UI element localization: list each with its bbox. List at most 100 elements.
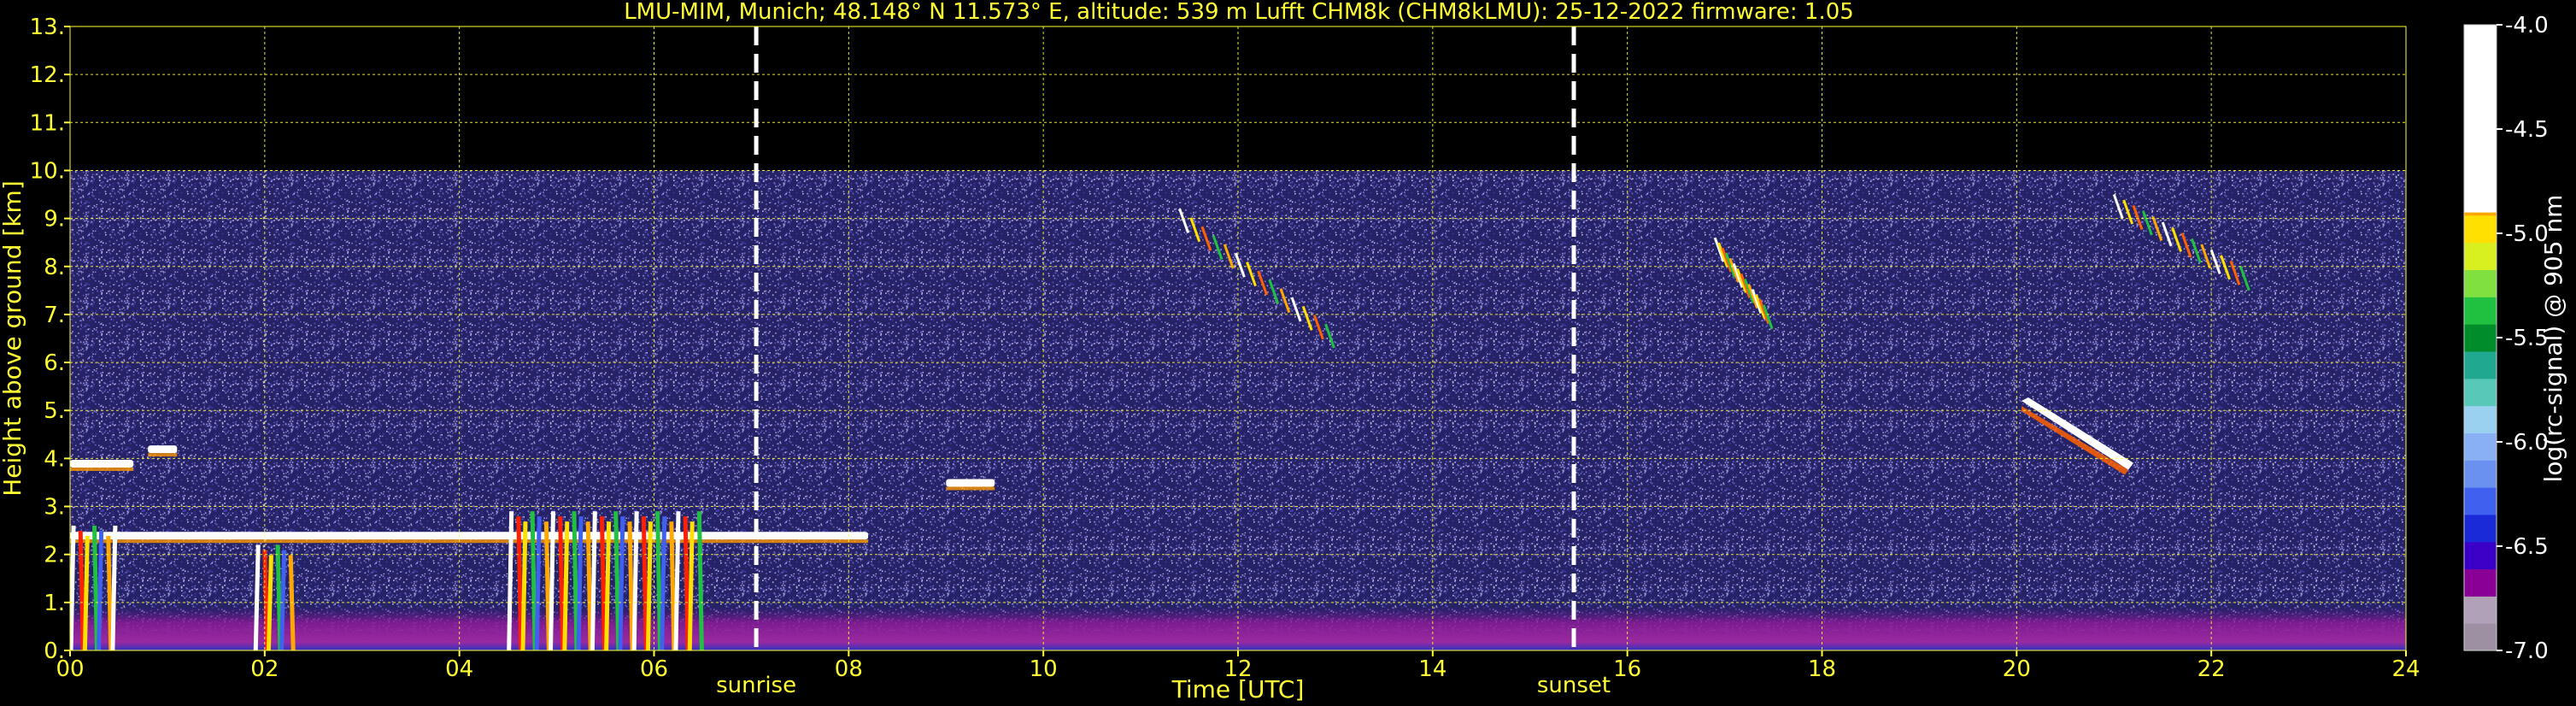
y-tick-label: 6. (44, 350, 65, 376)
y-tick-label: 0. (44, 638, 65, 664)
colorbar-label: log(rc-signal) @ 905 nm (2539, 195, 2567, 483)
y-tick-label: 13. (30, 15, 65, 40)
precip-streak (520, 521, 528, 650)
colorbar-swatch (2464, 514, 2497, 543)
precip-streak (687, 521, 695, 650)
precip-streak (631, 511, 639, 650)
y-tick-label: 5. (44, 398, 65, 424)
precip-streak (660, 516, 667, 650)
x-tick-label: 04 (445, 656, 473, 682)
plot-area (69, 26, 2407, 651)
colorbar-swatch (2464, 568, 2497, 597)
cloud-layer-7 (946, 479, 995, 487)
precip-streak (645, 521, 653, 650)
event-label-sunrise: sunrise (716, 673, 796, 698)
y-tick-label: 1. (44, 591, 65, 616)
colorbar-tick-label: -4.0 (2505, 13, 2549, 38)
precip-streak (78, 530, 85, 650)
precip-streak (599, 516, 607, 650)
precip-streak (507, 511, 514, 650)
event-label-sunset: sunset (1537, 673, 1611, 698)
precip-streak (275, 544, 283, 650)
cloud-layer-1 (70, 532, 869, 540)
colorbar-swatch (2464, 350, 2497, 379)
x-tick-label: 06 (640, 656, 668, 682)
colorbar-swatch (2464, 324, 2497, 352)
precip-streak (655, 511, 663, 650)
precip-streak (572, 511, 579, 650)
ceilometer-figure: LMU-MIM, Munich; 48.148° N 11.573° E, al… (0, 0, 2567, 703)
y-tick-label: 2. (44, 543, 65, 568)
colorbar-swatch (2464, 242, 2497, 271)
precip-streak (106, 535, 114, 650)
colorbar-swatch (2464, 487, 2497, 515)
cloud-layer-5 (70, 460, 134, 468)
y-tick-label: 11. (30, 110, 65, 136)
precip-streak (613, 511, 621, 650)
x-tick-label: 10 (1030, 656, 1058, 682)
x-tick-label: 18 (1808, 656, 1836, 682)
precip-streak (549, 511, 556, 650)
colorbar-tick-label: -7.0 (2505, 638, 2549, 664)
y-tick-label: 3. (44, 495, 65, 521)
colorbar-swatch (2464, 405, 2497, 433)
colorbar-swatch (2464, 269, 2497, 297)
cloud-layer-6 (148, 445, 178, 454)
precip-streak (82, 535, 90, 650)
x-tick-label: 22 (2198, 656, 2226, 682)
precip-streak (585, 521, 593, 650)
precip-streak (669, 521, 677, 650)
colorbar (2463, 24, 2497, 651)
x-tick-label: 14 (1418, 656, 1446, 682)
precip-streak (558, 516, 566, 650)
x-tick-label: 02 (250, 656, 279, 682)
precip-streak (641, 516, 648, 650)
x-tick-label: 16 (1613, 656, 1641, 682)
precip-streak (279, 550, 287, 650)
precip-streak (673, 511, 681, 650)
x-axis-label: Time [UTC] (1171, 675, 1305, 703)
x-tick-label: 08 (835, 656, 863, 682)
precip-streak (627, 521, 635, 650)
precip-streak (683, 516, 690, 650)
precip-streak (604, 521, 612, 650)
colorbar-swatch (2464, 541, 2497, 570)
y-tick-label: 8. (44, 255, 65, 280)
y-tick-label: 12. (30, 62, 65, 88)
precip-streak (530, 511, 537, 650)
precip-streak (543, 521, 551, 650)
y-tick-label: 4. (44, 446, 65, 472)
precip-streak (97, 530, 104, 650)
y-tick-label: 9. (44, 207, 65, 232)
x-tick-label: 20 (2003, 656, 2031, 682)
y-tick-label: 7. (44, 303, 65, 328)
colorbar-tick-label: -4.5 (2505, 117, 2549, 143)
precip-streak (618, 516, 625, 650)
precip-streak (516, 516, 524, 650)
chart-title-text: LMU-MIM, Munich; 48.148° N 11.573° E, al… (624, 0, 1854, 25)
precip-streak (70, 525, 76, 650)
precip-streak (534, 516, 542, 650)
cloud-layer-edge-7 (946, 486, 995, 491)
y-axis-label: Height above ground [km] (0, 180, 26, 497)
cloud-layer-edge-1 (70, 539, 869, 544)
colorbar-swatch-top (2464, 25, 2497, 213)
precip-streak (562, 521, 570, 650)
y-tick-label: 10. (30, 158, 65, 184)
precip-streak (696, 511, 704, 650)
cloud-layer-edge-6 (148, 453, 178, 457)
chart-title: LMU-MIM, Munich; 48.148° N 11.573° E, al… (624, 0, 1854, 25)
colorbar-swatch (2464, 623, 2497, 651)
y-axis-ticks: 0. 1. 2. 3. 4. 5. 6. 7. 8. 9. 10. 11. 12. 13. (30, 15, 70, 664)
precip-streak (110, 525, 118, 650)
precip-streak (590, 511, 597, 650)
precip-streak (91, 525, 99, 650)
colorbar-swatch (2464, 596, 2497, 624)
cloud-layer-edge-5 (70, 468, 134, 471)
colorbar-swatch (2464, 432, 2497, 461)
precip-streak (576, 516, 584, 650)
colorbar-tick-label: -6.5 (2505, 534, 2549, 560)
colorbar-swatch (2464, 215, 2497, 244)
colorbar-swatch (2464, 460, 2497, 488)
precip-streak (253, 544, 261, 650)
